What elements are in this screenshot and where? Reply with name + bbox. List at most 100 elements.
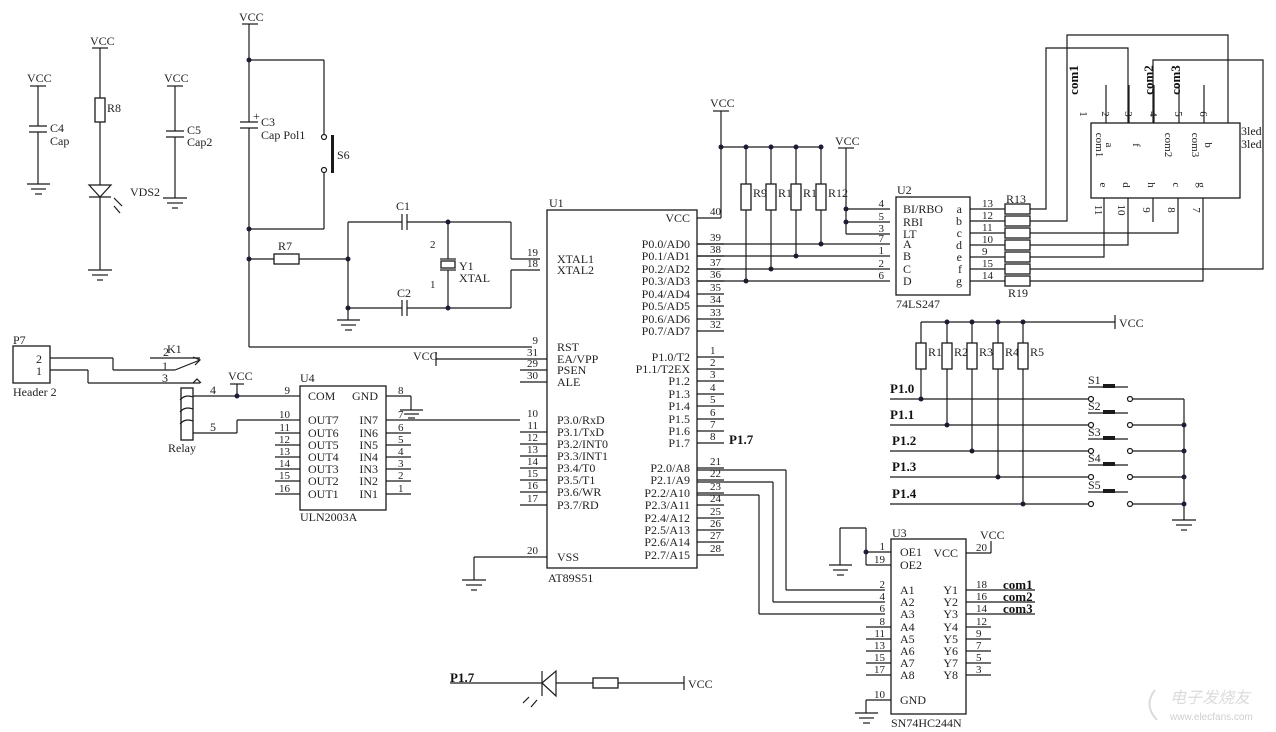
pin-number: 2 <box>879 258 885 270</box>
pin-number: 10 <box>527 408 539 420</box>
svg-text:C4: C4 <box>50 121 64 135</box>
pin-name: OE2 <box>900 558 922 572</box>
pin-number: 7 <box>879 233 885 245</box>
svg-text:www.elecfans.com: www.elecfans.com <box>1169 712 1253 723</box>
pin-name: VSS <box>557 550 579 564</box>
junction-dot <box>1181 422 1187 428</box>
pin-number: 32 <box>710 319 721 331</box>
pin-number: 23 <box>710 481 722 493</box>
svg-text:VDS2: VDS2 <box>130 185 160 199</box>
pin-number: 16 <box>279 483 291 495</box>
pin-number: 9 <box>976 628 982 640</box>
switch-actuator <box>1103 462 1115 466</box>
svg-text:P1.7: P1.7 <box>729 432 754 447</box>
vcc-label: VCC <box>27 71 52 85</box>
pin-number: 14 <box>279 458 291 470</box>
pin-number: 5 <box>1172 111 1184 117</box>
pin-number: 39 <box>710 232 722 244</box>
schematic-svg: VCC C4 Cap VCC R8 VDS2 VCC C5 Cap2 VCC +… <box>12 10 1264 730</box>
pin-name: IN7 <box>359 413 378 427</box>
schematic-canvas: VCC C4 Cap VCC R8 VDS2 VCC C5 Cap2 VCC +… <box>0 0 1276 732</box>
net-label: com2 <box>1141 65 1156 95</box>
resistor-r2 <box>941 342 953 370</box>
watermark: 电子发烧友 www.elecfans.com <box>1148 689 1253 723</box>
pin-number: 11 <box>279 422 290 434</box>
pin-name: ALE <box>557 375 580 389</box>
resistor-label: R4 <box>1005 345 1019 359</box>
pin-number: 7 <box>710 419 716 431</box>
switch-label-s4: S4 <box>1088 451 1101 465</box>
pin-name: OUT7 <box>308 413 339 427</box>
svg-text:VCC: VCC <box>835 134 860 148</box>
segment-name: a <box>1103 143 1115 148</box>
pin-number: 17 <box>527 493 539 505</box>
svg-text:VCC: VCC <box>688 677 713 691</box>
power-led-circuit: VCC R8 VDS2 <box>87 34 160 281</box>
svg-text:74LS247: 74LS247 <box>896 297 940 311</box>
svg-text:4: 4 <box>210 383 216 397</box>
capacitor-c4: VCC C4 Cap <box>27 71 69 195</box>
pin-name: OUT2 <box>308 474 339 488</box>
svg-text:3led: 3led <box>1241 124 1262 138</box>
pin-number: 8 <box>398 385 404 397</box>
svg-text:5: 5 <box>210 420 216 434</box>
pin-name: P0.1/AD1 <box>642 249 690 263</box>
svg-text:C3: C3 <box>261 115 275 129</box>
pin-number: 21 <box>710 456 721 468</box>
svg-text:VCC: VCC <box>1119 316 1144 330</box>
resistor-r9 <box>740 183 752 211</box>
pin-number: 33 <box>710 307 722 319</box>
pin-number: 34 <box>710 294 722 306</box>
pin-name: GND <box>352 389 378 403</box>
pin-number: 6 <box>1197 111 1209 117</box>
pin-number: 14 <box>527 456 539 468</box>
svg-text:AT89S51: AT89S51 <box>548 571 593 585</box>
pin-name: P3.7/RD <box>557 498 599 512</box>
pin-number: 3 <box>976 664 982 676</box>
pin-number: 1 <box>710 345 716 357</box>
pin-name: D <box>903 274 912 288</box>
pin-number: 9 <box>1140 207 1152 213</box>
pin-number: 2 <box>398 470 404 482</box>
segment-resistor <box>1004 215 1031 227</box>
pin-number: 4 <box>398 446 404 458</box>
pin-number: 9 <box>285 385 291 397</box>
pin-number: 12 <box>976 616 987 628</box>
net-label-P1-0: P1.0 <box>890 381 914 396</box>
pin-number: 2 <box>880 579 886 591</box>
switch-contact <box>1126 447 1134 455</box>
pin-number: 8 <box>880 616 886 628</box>
switch-actuator <box>1103 384 1115 388</box>
pin-name: VCC <box>933 546 958 560</box>
net-label-P1-3: P1.3 <box>892 459 917 474</box>
svg-text:ULN2003A: ULN2003A <box>300 510 358 524</box>
svg-text:C1: C1 <box>396 199 410 213</box>
reset-circuit: VCC + C3 Cap Pol1 S6 R7 <box>239 10 532 348</box>
segment-resistor <box>1004 227 1031 239</box>
svg-text:U1: U1 <box>549 196 564 210</box>
segment-resistor <box>1004 275 1031 287</box>
segment-name: h <box>1145 182 1157 188</box>
pin-number: 7 <box>976 640 982 652</box>
segment-resistor <box>1004 239 1031 251</box>
key-matrix: R1 R2 R3 R4 R5 P1.0 P1.1 P1.2 P1.3 P1.4 S1 S2 S3 S4 S5 <box>890 319 1187 508</box>
junction-dot <box>1181 448 1187 454</box>
net-label-P1-4: P1.4 <box>892 486 917 501</box>
svg-text:VCC: VCC <box>239 10 264 24</box>
pin-number: 15 <box>982 258 994 270</box>
switch-contact <box>1126 421 1134 429</box>
svg-text:Cap: Cap <box>50 134 69 148</box>
net-label-P1-1: P1.1 <box>890 407 914 422</box>
pin-number: 15 <box>279 470 291 482</box>
segment-name: c <box>1170 183 1182 188</box>
relay-circuit: P7 Header 2 2 1 2 K1 1 3 Relay 4 5 VCC <box>12 333 290 455</box>
oscillator: C1 C2 2 1 Y1 XTAL <box>337 199 540 331</box>
pin-number: 13 <box>874 640 886 652</box>
pin-number: 6 <box>880 603 886 615</box>
pin-name: A3 <box>900 607 915 621</box>
resistor-r11 <box>790 183 802 211</box>
led-vds2 <box>87 184 113 198</box>
pin-number: 4 <box>710 382 716 394</box>
pin-number: 20 <box>527 545 539 557</box>
resistor-label: R5 <box>1030 345 1044 359</box>
